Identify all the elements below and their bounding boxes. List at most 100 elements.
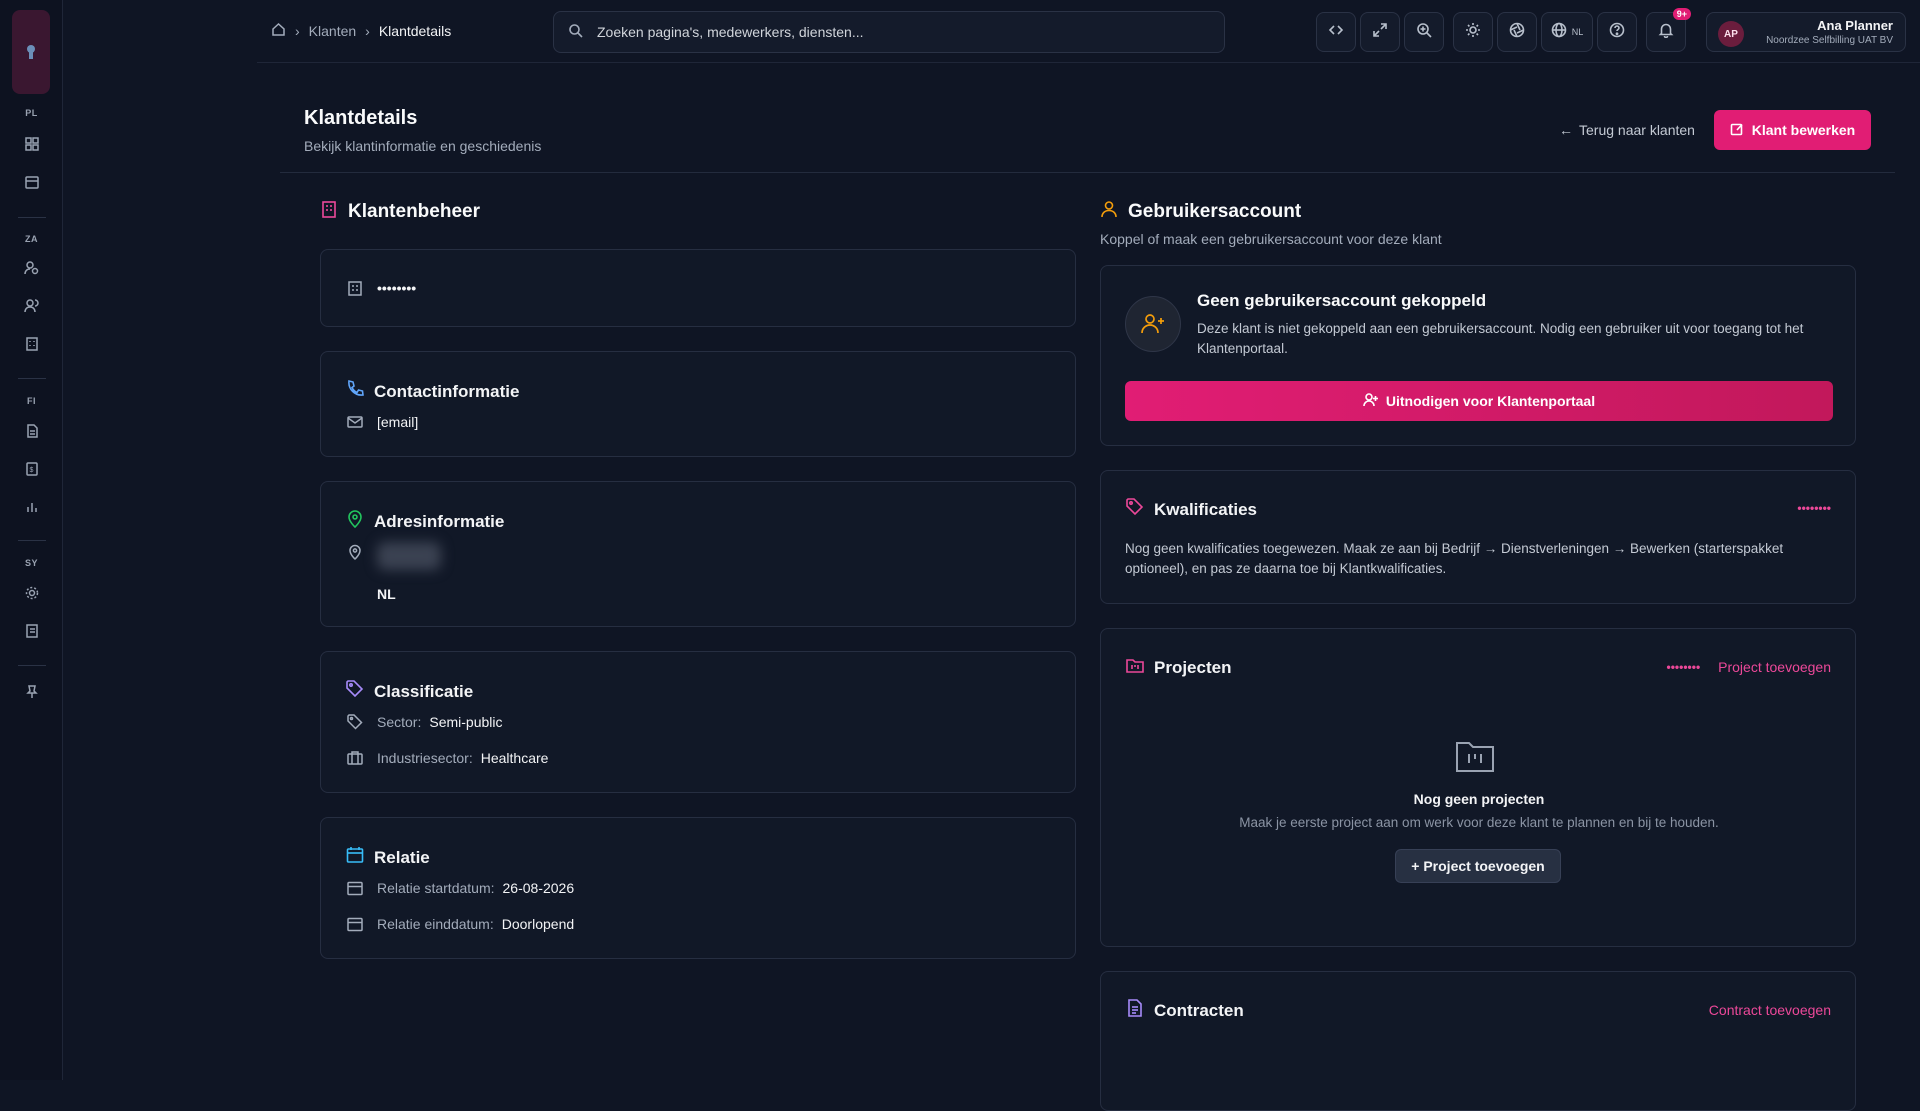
add-project-button[interactable]: + Project toevoegen: [1395, 849, 1561, 883]
account-card-text: Deze klant is niet gekoppeld aan een geb…: [1197, 321, 1804, 356]
industry-label: Industriesector:: [377, 750, 473, 766]
search-input[interactable]: Zoeken pagina's, medewerkers, diensten..…: [553, 11, 1225, 53]
folder-icon: [1125, 655, 1145, 680]
bell-icon: [1658, 22, 1674, 43]
address-title: Adresinformatie: [374, 511, 505, 531]
document-icon[interactable]: [20, 419, 44, 443]
qualifications-title: Kwalificaties: [1154, 499, 1257, 519]
projects-title: Projecten: [1154, 657, 1232, 677]
contracts-card: Contracten Contract toevoegen: [1100, 971, 1856, 1111]
log-icon[interactable]: [20, 619, 44, 643]
collapse-icon: [1328, 22, 1344, 43]
fullscreen-button[interactable]: [1360, 12, 1400, 52]
map-pin-icon: [345, 542, 365, 562]
user-plus-icon: [1125, 296, 1181, 352]
help-button[interactable]: [1597, 12, 1637, 52]
projects-masked-link[interactable]: ••••••••: [1667, 660, 1701, 674]
address-card: Adresinformatie NL: [320, 481, 1076, 627]
invite-label: Uitnodigen voor Klantenportaal: [1385, 393, 1596, 409]
add-project-link[interactable]: Project toevoegen: [1718, 659, 1831, 675]
help-icon: [1609, 22, 1625, 43]
user-icon: [1099, 199, 1119, 225]
relation-title: Relatie: [374, 847, 430, 867]
projects-empty-text: Maak je eerste project aan om werk voor …: [1239, 815, 1719, 830]
globe-icon: [1551, 22, 1567, 43]
language-select[interactable]: NL: [1541, 12, 1593, 52]
dashboard-icon[interactable]: [20, 132, 44, 156]
appearance-button[interactable]: [1497, 12, 1537, 52]
edit-client-button[interactable]: Klant bewerken: [1714, 110, 1871, 150]
add-contract-link[interactable]: Contract toevoegen: [1709, 1002, 1831, 1018]
users-icon[interactable]: [20, 294, 44, 318]
section-klantenbeheer: Klantenbeheer: [319, 199, 480, 225]
home-icon[interactable]: [271, 22, 286, 40]
phone-icon: [345, 379, 365, 404]
sector-value: Semi-public: [429, 714, 503, 730]
account-card-title: Geen gebruikersaccount gekoppeld: [1197, 291, 1487, 310]
classification-title: Classificatie: [374, 681, 474, 701]
user-org: Noordzee Selfbilling UAT BV: [1766, 35, 1893, 46]
user-search-icon[interactable]: [20, 256, 44, 280]
svg-text:$: $: [30, 467, 34, 474]
settings-icon[interactable]: [20, 581, 44, 605]
projects-card: Projecten •••••••• Project toevoegen Nog…: [1100, 628, 1856, 947]
zoom-in-icon: [1416, 22, 1432, 43]
classification-card: Classificatie Sector: Semi-public Indust…: [320, 651, 1076, 793]
edit-icon: [1730, 122, 1744, 139]
search-placeholder: Zoeken pagina's, medewerkers, diensten..…: [597, 24, 864, 40]
calendar-icon: [345, 878, 365, 898]
briefcase-icon: [345, 748, 365, 768]
relation-start-value: 26-08-2026: [502, 880, 575, 896]
company-card: ••••••••: [320, 249, 1076, 327]
breadcrumb-current: Klantdetails: [378, 23, 452, 39]
back-label: Terug naar klanten: [1579, 122, 1695, 138]
qualifications-masked-link[interactable]: ••••••••: [1797, 501, 1831, 515]
aperture-icon: [1509, 22, 1525, 43]
qualifications-card: Kwalificaties •••••••• Nog geen kwalific…: [1100, 470, 1856, 604]
chart-icon[interactable]: [20, 495, 44, 519]
address-country: NL: [377, 586, 396, 602]
section-title: Klantenbeheer: [348, 201, 480, 222]
notifications-button[interactable]: 9+: [1646, 8, 1691, 52]
calendar-icon[interactable]: [20, 170, 44, 194]
zoom-button[interactable]: [1404, 12, 1444, 52]
app-logo[interactable]: [12, 10, 50, 94]
arrow-left-icon: ←: [1559, 122, 1573, 138]
back-to-clients-link[interactable]: ← Terug naar klanten: [1559, 122, 1695, 138]
sidebar-section-label: PL: [25, 108, 38, 118]
contracts-title: Contracten: [1154, 1000, 1244, 1020]
invite-portal-button[interactable]: Uitnodigen voor Klantenportaal: [1125, 381, 1833, 421]
qualifications-text: Nog geen kwalificaties toegewezen. Maak …: [1125, 541, 1784, 576]
sun-icon: [1465, 22, 1481, 43]
user-plus-icon: [1363, 392, 1378, 410]
contact-email[interactable]: [email]: [377, 414, 418, 430]
relation-start-label: Relatie startdatum:: [377, 880, 495, 896]
breadcrumb: › Klanten › Klantdetails: [271, 22, 451, 40]
building-icon: [319, 199, 339, 225]
search-icon: [568, 23, 583, 41]
industry-value: Healthcare: [480, 750, 549, 766]
tag-icon: [345, 679, 365, 704]
theme-toggle-button[interactable]: [1453, 12, 1493, 52]
pin-icon[interactable]: [20, 680, 44, 704]
sidebar-rail: PL ZA FI $ SY: [0, 0, 63, 1080]
document-icon: [1125, 998, 1145, 1023]
map-pin-icon: [345, 509, 365, 534]
account-subtitle: Koppel of maak een gebruikersaccount voo…: [1100, 231, 1442, 247]
notification-badge: 9+: [1672, 8, 1691, 20]
divider: [280, 172, 1895, 173]
projects-empty-title: Nog geen projecten: [1413, 791, 1545, 807]
sidebar-section-label: SY: [24, 558, 38, 568]
edit-client-label: Klant bewerken: [1751, 122, 1856, 138]
user-menu[interactable]: AP Ana Planner Noordzee Selfbilling UAT …: [1706, 12, 1906, 52]
mail-icon: [345, 412, 365, 432]
calendar-icon: [345, 914, 365, 934]
building-icon[interactable]: [20, 332, 44, 356]
invoice-icon[interactable]: $: [20, 457, 44, 481]
relation-end-label: Relatie einddatum:: [377, 916, 494, 932]
relation-end-value: Doorlopend: [501, 916, 575, 932]
language-label: NL: [1571, 27, 1584, 37]
breadcrumb-klanten[interactable]: Klanten: [309, 23, 356, 39]
page-subtitle: Bekijk klantinformatie en geschiedenis: [304, 138, 542, 154]
collapse-sidebar-button[interactable]: [1316, 12, 1356, 52]
